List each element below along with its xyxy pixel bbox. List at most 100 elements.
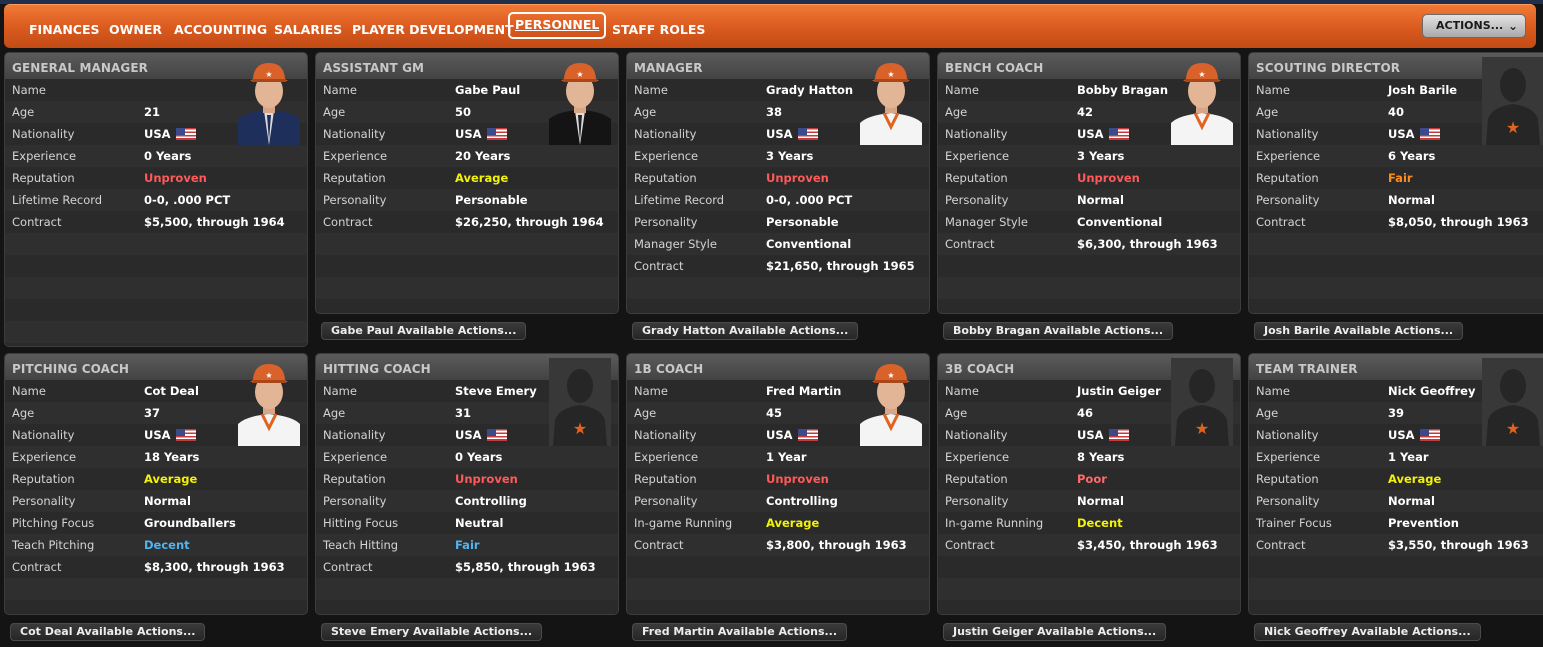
info-label: Contract bbox=[12, 560, 62, 574]
info-label: In-game Running bbox=[945, 516, 1044, 530]
nav-salaries[interactable]: SALARIES bbox=[274, 17, 342, 43]
empty-row bbox=[316, 600, 618, 614]
info-label: Name bbox=[634, 83, 668, 97]
info-row: Experience 0 Years bbox=[5, 145, 307, 167]
available-actions-button[interactable]: Nick Geoffrey Available Actions... bbox=[1254, 623, 1481, 641]
info-value: 31 bbox=[455, 406, 472, 420]
empty-row bbox=[1249, 299, 1543, 313]
info-row: Contract $3,550, through 1963 bbox=[1249, 534, 1543, 556]
nav-player-development[interactable]: PLAYER DEVELOPMENT bbox=[352, 17, 514, 43]
info-value: 0 Years bbox=[144, 149, 192, 163]
info-row: Manager Style Conventional bbox=[938, 211, 1240, 233]
info-label: Personality bbox=[634, 494, 698, 508]
info-label: Personality bbox=[323, 494, 387, 508]
info-value: 3 Years bbox=[1077, 149, 1125, 163]
info-value: Conventional bbox=[1077, 215, 1163, 229]
staff-card-scouting-director: SCOUTING DIRECTOR Name Josh Barile Age 40 Nat… bbox=[1248, 52, 1543, 314]
nav-personnel[interactable]: PERSONNEL bbox=[508, 12, 607, 39]
info-row: Reputation Unproven bbox=[627, 468, 929, 490]
info-label: Experience bbox=[634, 450, 699, 464]
info-label: Contract bbox=[12, 215, 62, 229]
info-row: Reputation Poor bbox=[938, 468, 1240, 490]
info-value: 6 Years bbox=[1388, 149, 1436, 163]
available-actions-button[interactable]: Bobby Bragan Available Actions... bbox=[943, 322, 1174, 340]
info-row: Manager Style Conventional bbox=[627, 233, 929, 255]
info-row: Lifetime Record 0-0, .000 PCT bbox=[627, 189, 929, 211]
available-actions-button[interactable]: Cot Deal Available Actions... bbox=[10, 623, 206, 641]
empty-row bbox=[5, 299, 307, 321]
info-label: Age bbox=[634, 105, 657, 119]
empty-row bbox=[5, 578, 307, 600]
empty-row bbox=[316, 578, 618, 600]
empty-row bbox=[316, 299, 618, 313]
nav-staff-roles[interactable]: STAFF ROLES bbox=[612, 17, 705, 43]
info-label: Age bbox=[323, 105, 346, 119]
info-value: Neutral bbox=[455, 516, 504, 530]
info-value: Controlling bbox=[766, 494, 838, 508]
empty-row bbox=[5, 255, 307, 277]
info-value: 46 bbox=[1077, 406, 1094, 420]
info-value: Josh Barile bbox=[1388, 83, 1458, 97]
info-value: Normal bbox=[144, 494, 191, 508]
info-value: USA bbox=[766, 424, 818, 446]
info-label: Reputation bbox=[1256, 472, 1319, 486]
info-value: USA bbox=[455, 424, 507, 446]
empty-row bbox=[938, 255, 1240, 277]
nav-owner[interactable]: OWNER bbox=[109, 17, 162, 43]
info-row: Experience 1 Year bbox=[627, 446, 929, 468]
available-actions-button[interactable]: Justin Geiger Available Actions... bbox=[943, 623, 1167, 641]
info-value: Steve Emery bbox=[455, 384, 537, 398]
info-value: Unproven bbox=[144, 171, 207, 185]
info-label: Experience bbox=[945, 149, 1010, 163]
nav-accounting[interactable]: ACCOUNTING bbox=[174, 17, 267, 43]
empty-row bbox=[1249, 277, 1543, 299]
info-value: $6,300, through 1963 bbox=[1077, 237, 1218, 251]
actions-dropdown-button[interactable]: ACTIONS... ⌄ bbox=[1422, 14, 1526, 38]
svg-text:★: ★ bbox=[265, 371, 272, 380]
info-value: USA bbox=[144, 424, 196, 446]
info-label: Lifetime Record bbox=[12, 193, 103, 207]
info-value: Conventional bbox=[766, 237, 852, 251]
usa-flag-icon bbox=[797, 429, 818, 441]
empty-row bbox=[5, 343, 307, 346]
empty-row bbox=[5, 600, 307, 614]
usa-flag-icon bbox=[1419, 128, 1440, 140]
info-row: Contract $5,500, through 1964 bbox=[5, 211, 307, 233]
empty-row bbox=[627, 299, 929, 313]
usa-flag-icon bbox=[175, 128, 196, 140]
info-label: Lifetime Record bbox=[634, 193, 725, 207]
info-label: Teach Hitting bbox=[323, 538, 399, 552]
placeholder-portrait-icon: ★ bbox=[1171, 358, 1233, 446]
available-actions-button[interactable]: Grady Hatton Available Actions... bbox=[632, 322, 859, 340]
staff-card-3b-coach: 3B COACH Name Justin Geiger Age 46 Nationalit… bbox=[937, 353, 1241, 615]
svg-text:★: ★ bbox=[1506, 419, 1520, 438]
card-title: BENCH COACH bbox=[945, 61, 1044, 75]
info-row: Personality Controlling bbox=[627, 490, 929, 512]
info-label: Contract bbox=[1256, 538, 1306, 552]
info-label: Nationality bbox=[12, 428, 75, 442]
available-actions-button[interactable]: Gabe Paul Available Actions... bbox=[321, 322, 527, 340]
info-row: Experience 18 Years bbox=[5, 446, 307, 468]
info-value: Poor bbox=[1077, 472, 1107, 486]
available-actions-button[interactable]: Steve Emery Available Actions... bbox=[321, 623, 543, 641]
available-actions-button[interactable]: Fred Martin Available Actions... bbox=[632, 623, 848, 641]
available-actions-button[interactable]: Josh Barile Available Actions... bbox=[1254, 322, 1464, 340]
nav-finances[interactable]: FINANCES bbox=[29, 17, 100, 43]
info-row: Lifetime Record 0-0, .000 PCT bbox=[5, 189, 307, 211]
info-label: Manager Style bbox=[945, 215, 1028, 229]
info-value: USA bbox=[144, 123, 196, 145]
info-value: Decent bbox=[144, 538, 190, 552]
staff-card-bench-coach: BENCH COACH Name Bobby Bragan Age 42 National… bbox=[937, 52, 1241, 314]
info-label: Personality bbox=[634, 215, 698, 229]
info-label: Age bbox=[945, 105, 968, 119]
info-label: Experience bbox=[323, 149, 388, 163]
info-label: Experience bbox=[634, 149, 699, 163]
info-label: Personality bbox=[945, 193, 1009, 207]
info-row: Contract $21,650, through 1965 bbox=[627, 255, 929, 277]
card-title: 1B COACH bbox=[634, 362, 704, 376]
info-value: 45 bbox=[766, 406, 783, 420]
info-label: Name bbox=[634, 384, 668, 398]
info-label: Reputation bbox=[634, 171, 697, 185]
info-row: Reputation Unproven bbox=[316, 468, 618, 490]
info-label: Reputation bbox=[12, 472, 75, 486]
